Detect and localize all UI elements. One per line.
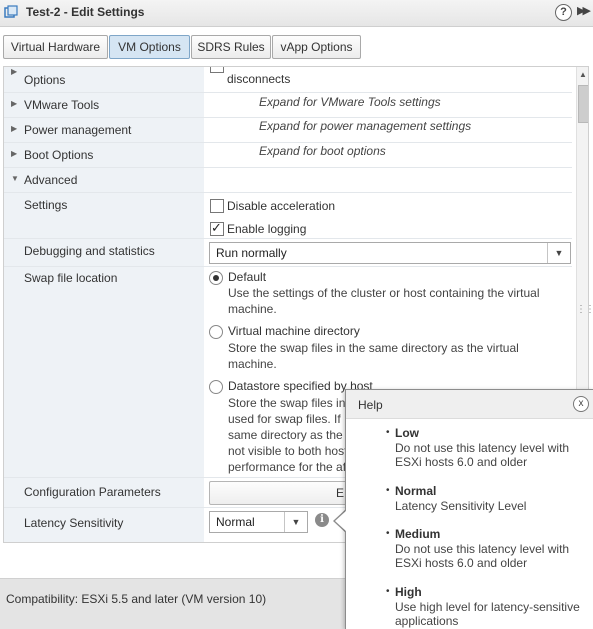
- tab-sdrs-rules[interactable]: SDRS Rules: [191, 35, 271, 59]
- dropdown-arrow-icon[interactable]: ▼: [547, 243, 570, 263]
- tab-vapp-options[interactable]: vApp Options: [272, 35, 361, 59]
- power-management-hint: Expand for power management settings: [259, 119, 472, 133]
- info-icon[interactable]: i: [315, 513, 329, 527]
- bullet-icon: •: [386, 485, 390, 496]
- power-management-row[interactable]: ▶ Power management Expand for power mana…: [4, 117, 572, 142]
- console-checkbox[interactable]: [210, 67, 224, 73]
- popup-pointer-inner: [335, 510, 347, 532]
- disable-acceleration-checkbox[interactable]: [210, 199, 224, 213]
- vmware-tools-hint: Expand for VMware Tools settings: [259, 95, 441, 109]
- swap-datastore-radio[interactable]: [209, 380, 223, 394]
- swap-datastore-desc-3: same directory as the: [228, 428, 343, 442]
- scrollbar-thumb[interactable]: [578, 85, 588, 123]
- advanced-label: Advanced: [24, 173, 78, 187]
- swap-datastore-desc-4: not visible to both host: [228, 444, 348, 458]
- chevron-down-icon[interactable]: ▼: [11, 174, 19, 183]
- help-item-desc: Do not use this latency level with ESXi …: [395, 542, 570, 570]
- tab-vm-options[interactable]: VM Options: [109, 35, 190, 59]
- chevron-right-icon[interactable]: ▶: [11, 124, 17, 133]
- settings-label: Settings: [24, 198, 68, 212]
- help-item-desc: Do not use this latency level with ESXi …: [395, 441, 570, 469]
- help-title: Help: [358, 398, 383, 412]
- expand-icon[interactable]: ▶▶: [577, 4, 591, 17]
- dropdown-arrow-icon[interactable]: ▼: [284, 512, 307, 532]
- debugging-label: Debugging and statistics: [24, 244, 155, 258]
- power-management-label: Power management: [24, 123, 132, 137]
- swap-default-radio[interactable]: [209, 271, 223, 285]
- help-item-desc: Latency Sensitivity Level: [395, 499, 527, 513]
- help-icon[interactable]: ?: [555, 4, 572, 21]
- debugging-select[interactable]: Run normally ▼: [209, 242, 571, 264]
- boot-options-label: Boot Options: [24, 148, 94, 162]
- boot-options-row[interactable]: ▶ Boot Options Expand for boot options: [4, 142, 572, 167]
- boot-options-hint: Expand for boot options: [259, 144, 386, 158]
- latency-select[interactable]: Normal ▼: [209, 511, 308, 533]
- enable-logging-checkbox[interactable]: [210, 220, 224, 236]
- swap-default-label: Default: [228, 270, 267, 284]
- advanced-row[interactable]: ▼ Advanced: [4, 167, 572, 192]
- swap-datastore-desc-5: performance for the af: [228, 460, 347, 474]
- swap-vm-directory-desc: Store the swap files in the same directo…: [228, 341, 519, 355]
- compatibility-text: Compatibility: ESXi 5.5 and later (VM ve…: [6, 592, 267, 606]
- swap-vm-directory-radio[interactable]: [209, 325, 223, 339]
- latency-label: Latency Sensitivity: [24, 516, 124, 530]
- resize-grip-icon[interactable]: ⋮⋮: [576, 304, 593, 315]
- swap-vm-directory-desc-2: machine.: [228, 357, 277, 371]
- bullet-icon: •: [386, 528, 390, 539]
- disable-acceleration-label: Disable acceleration: [227, 199, 336, 213]
- chevron-right-icon[interactable]: ▶: [11, 149, 17, 158]
- help-item-name: Medium: [395, 527, 441, 541]
- debugging-row: Debugging and statistics Run normally ▼: [4, 238, 572, 265]
- vm-icon: [4, 5, 18, 18]
- bullet-icon: •: [386, 586, 390, 597]
- help-item-desc: Use high level for latency-sensitive app…: [395, 600, 580, 628]
- swap-vm-directory-label: Virtual machine directory: [228, 324, 360, 338]
- tab-virtual-hardware[interactable]: Virtual Hardware: [3, 35, 108, 59]
- help-item-name: Normal: [395, 484, 437, 498]
- swap-datastore-desc-1: Store the swap files in: [228, 396, 346, 410]
- swap-file-label: Swap file location: [24, 271, 118, 285]
- help-header: Help x: [346, 390, 593, 419]
- title-bar: Test-2 - Edit Settings ? ▶▶: [0, 0, 593, 27]
- config-params-label: Configuration Parameters: [24, 485, 161, 499]
- console-options-row: ▶ Options disconnects: [4, 67, 572, 93]
- help-popup: Help x • Low Do not use this latency lev…: [345, 389, 593, 629]
- enable-logging-label: Enable logging: [227, 222, 307, 236]
- settings-row: Settings Disable acceleration Enable log…: [4, 192, 572, 238]
- chevron-right-icon[interactable]: ▶: [11, 99, 17, 108]
- window-title: Test-2 - Edit Settings: [26, 5, 145, 19]
- help-item-name: Low: [395, 426, 419, 440]
- swap-default-desc: Use the settings of the cluster or host …: [228, 286, 540, 300]
- close-icon[interactable]: x: [573, 396, 589, 412]
- console-options-label: Options: [24, 73, 66, 87]
- swap-default-desc-2: machine.: [228, 302, 277, 316]
- debugging-value: Run normally: [216, 246, 287, 260]
- vmware-tools-row[interactable]: ▶ VMware Tools Expand for VMware Tools s…: [4, 92, 572, 117]
- bullet-icon: •: [386, 427, 390, 438]
- vmware-tools-label: VMware Tools: [24, 98, 100, 112]
- help-item-name: High: [395, 585, 422, 599]
- scroll-up-icon[interactable]: ▲: [579, 70, 587, 79]
- chevron-right-icon[interactable]: ▶: [11, 67, 17, 76]
- swap-datastore-desc-2: used for swap files. If: [228, 412, 341, 426]
- console-partial-text: disconnects: [227, 72, 291, 86]
- latency-value: Normal: [216, 515, 255, 529]
